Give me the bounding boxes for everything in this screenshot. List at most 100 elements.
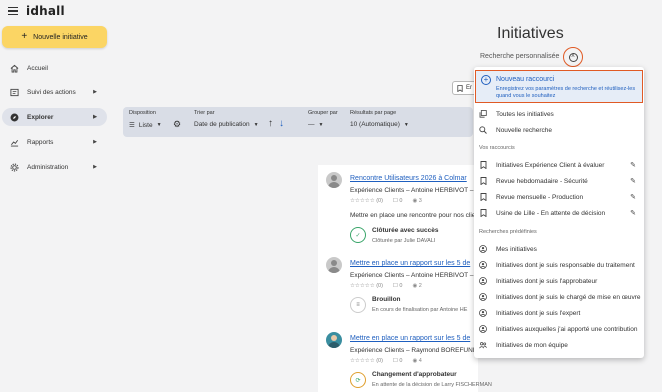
user-circle-icon [479, 293, 487, 301]
sidebar-item-explorer[interactable]: Explorer ▶ [2, 108, 107, 126]
save-search-label: Er [466, 85, 472, 91]
sidebar-item-accueil[interactable]: Accueil [2, 59, 107, 77]
sort-label: Trier par [194, 110, 215, 116]
sort-direction: ↑ ↓ [268, 118, 284, 129]
list-item: Mettre en place un rapport sur les 5 de … [318, 325, 492, 392]
user-circle-icon [479, 325, 487, 333]
view-settings-icon[interactable]: ⚙ [171, 118, 183, 130]
hamburger-menu-icon[interactable] [8, 7, 18, 15]
bookmark-icon [479, 177, 487, 185]
tasks-icon [10, 88, 19, 97]
view-count: 2 [418, 283, 422, 289]
all-initiatives-label: Toutes les initiatives [496, 110, 554, 118]
predefined-search-item[interactable]: Initiatives dont je suis l'approbateur [474, 274, 644, 288]
new-initiative-label: Nouvelle initiative [33, 33, 88, 41]
plus-circle-icon: + [481, 75, 491, 85]
eye-icon: ◉ 3 [412, 198, 422, 204]
bookmark-icon [479, 193, 487, 201]
eye-icon: ◉ 2 [412, 283, 422, 289]
personalized-search-toggle[interactable]: ˄ [563, 47, 583, 67]
pencil-icon[interactable]: ✎ [630, 193, 636, 201]
pencil-icon[interactable]: ✎ [630, 177, 636, 185]
new-shortcut-title: Nouveau raccourci [496, 76, 555, 83]
disposition-filter[interactable]: Disposition ☰ Liste ▼ [129, 110, 162, 129]
initiative-description: Mettre en place une rencontre pour nos c… [350, 212, 476, 219]
chevron-right-icon: ▶ [93, 114, 97, 120]
shortcut-item[interactable]: Revue mensuelle - Production ✎ [474, 190, 644, 204]
all-initiatives-item[interactable]: Toutes les initiatives [474, 107, 644, 121]
list-item: Rencontre Utilisateurs 2026 à Colmar Exp… [318, 165, 479, 249]
initiative-subtitle: Expérience Clients – Antoine HERBIVOT – … [350, 272, 479, 279]
compass-icon [10, 113, 19, 122]
predefined-search-item[interactable]: Initiatives de mon équipe [474, 338, 644, 352]
predefined-search-item[interactable]: Mes initiatives [474, 242, 644, 256]
shortcut-item[interactable]: Usine de Lille - En attente de décision … [474, 206, 644, 220]
page-title: Initiatives [497, 25, 564, 42]
initiative-list: Rencontre Utilisateurs 2026 à Colmar Exp… [318, 165, 492, 392]
shortcut-item[interactable]: Initiatives Expérience Client à évaluer … [474, 158, 644, 172]
check-badge-icon: ✓ [350, 227, 366, 243]
sort-descending-icon[interactable]: ↓ [279, 118, 284, 129]
avatar [326, 332, 342, 348]
group-label: Grouper par [308, 110, 338, 116]
sidebar-item-label: Explorer [27, 113, 54, 121]
pencil-icon[interactable]: ✎ [630, 209, 636, 217]
sort-ascending-icon[interactable]: ↑ [268, 118, 273, 129]
copy-icon [479, 110, 487, 118]
initiative-title-link[interactable]: Mettre en place un rapport sur les 5 de [350, 260, 470, 267]
new-initiative-button[interactable]: + Nouvelle initiative [2, 26, 107, 48]
new-shortcut-description: Enregistrez vos paramètres de recherche … [496, 86, 636, 100]
predefined-search-label: Mes initiatives [496, 245, 537, 253]
caret-down-icon: ▼ [403, 121, 409, 128]
chevron-right-icon: ▶ [93, 139, 97, 145]
caret-down-icon: ▼ [253, 121, 259, 128]
shortcut-label: Revue mensuelle - Production [496, 193, 584, 201]
status-detail: En cours de finalisation par Antoine HE [372, 307, 468, 313]
predefined-search-label: Initiatives auxquelles j'ai apporté une … [496, 325, 638, 333]
predefined-search-item[interactable]: Initiatives dont je suis l'expert [474, 306, 644, 320]
gear-icon [10, 162, 19, 172]
predefined-search-item[interactable]: Initiatives dont je suis responsable du … [474, 258, 644, 272]
comment-count: 0 [399, 198, 403, 204]
avatar [326, 257, 342, 273]
personalized-search-label: Recherche personnalisée [480, 53, 560, 60]
group-value: — [308, 121, 315, 128]
draft-icon: ≡ [350, 297, 366, 313]
team-icon [479, 341, 487, 349]
rating-count: (0) [376, 358, 383, 364]
disposition-label: Disposition [129, 110, 156, 116]
sort-filter[interactable]: Trier par Date de publication ▼ [194, 110, 259, 128]
initiative-meta: ☆☆☆☆☆ (0) ☐ 0 ◉ 4 [350, 358, 422, 364]
new-search-item[interactable]: Nouvelle recherche [474, 123, 644, 137]
bookmark-icon [479, 161, 487, 169]
bookmark-icon [479, 209, 487, 217]
comment-count: 0 [399, 358, 403, 364]
app-logo[interactable]: idhall [26, 4, 65, 18]
predefined-search-label: Initiatives dont je suis l'expert [496, 309, 581, 317]
shortcut-item[interactable]: Revue hebdomadaire - Sécurité ✎ [474, 174, 644, 188]
topbar: idhall [0, 0, 113, 22]
chevron-right-icon: ▶ [93, 164, 97, 170]
plus-icon: + [21, 31, 28, 42]
group-filter[interactable]: Grouper par — ▼ [308, 110, 338, 128]
caret-down-icon: ▼ [156, 122, 162, 128]
sidebar-item-label: Administration [27, 163, 69, 171]
initiative-meta: ☆☆☆☆☆ (0) ☐ 0 ◉ 2 [350, 283, 422, 289]
predefined-search-item[interactable]: Initiatives auxquelles j'ai apporté une … [474, 322, 644, 336]
rating-count: (0) [376, 283, 383, 289]
sidebar-item-suivi[interactable]: Suivi des actions ▶ [2, 83, 107, 101]
sidebar-item-administration[interactable]: Administration ▶ [2, 158, 107, 176]
initiative-title-link[interactable]: Mettre en place un rapport sur les 5 de [350, 335, 470, 342]
sidebar-item-rapports[interactable]: Rapports ▶ [2, 133, 107, 151]
initiative-title-link[interactable]: Rencontre Utilisateurs 2026 à Colmar [350, 175, 467, 182]
comment-icon: ☐ 0 [392, 358, 403, 364]
user-circle-icon [479, 245, 487, 253]
chevron-right-icon: ▶ [93, 89, 97, 95]
new-shortcut-item[interactable]: + Nouveau raccourci Enregistrez vos para… [475, 70, 643, 103]
view-count: 4 [418, 358, 422, 364]
per-page-label: Résultats par page [350, 110, 397, 116]
pencil-icon[interactable]: ✎ [630, 161, 636, 169]
predefined-search-item[interactable]: Initiatives dont je suis le chargé de mi… [474, 290, 644, 304]
list-item: Mettre en place un rapport sur les 5 de … [318, 250, 479, 323]
per-page-filter[interactable]: Résultats par page 10 (Automatique) ▼ [350, 110, 409, 128]
